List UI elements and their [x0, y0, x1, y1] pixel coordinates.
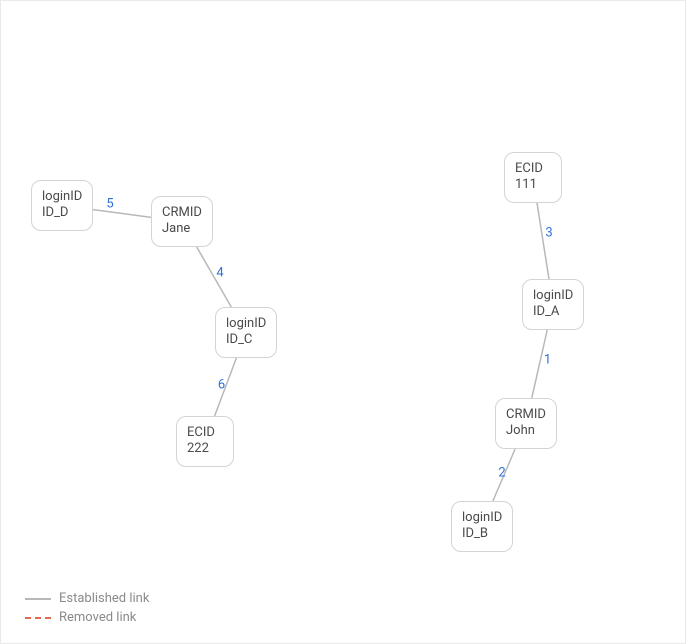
node-type-label: ECID: [515, 161, 551, 177]
node-id-label: 111: [515, 177, 551, 193]
edge-line: [93, 210, 151, 218]
node-ecid-111[interactable]: ECID 111: [504, 152, 562, 203]
legend-removed-label: Removed link: [59, 610, 136, 625]
node-ecid-222[interactable]: ECID 222: [176, 416, 234, 467]
node-type-label: loginID: [42, 189, 82, 205]
node-crmid-jane[interactable]: CRMID Jane: [151, 196, 213, 247]
edge-label: 2: [498, 466, 505, 481]
edge-line: [197, 247, 232, 307]
node-crmid-john[interactable]: CRMID John: [495, 398, 557, 449]
node-type-label: loginID: [462, 510, 502, 526]
node-type-label: CRMID: [506, 407, 546, 423]
node-loginid-c[interactable]: loginID ID_C: [215, 307, 277, 358]
node-id-label: 222: [187, 441, 223, 457]
edge-label: 4: [216, 266, 223, 281]
legend-removed-row: Removed link: [25, 610, 149, 625]
legend-removed-swatch: [25, 617, 51, 619]
node-id-label: ID_D: [42, 205, 82, 221]
edge-line: [537, 203, 549, 279]
edge-label: 1: [544, 353, 551, 368]
legend-established-label: Established link: [59, 591, 149, 606]
node-loginid-a[interactable]: loginID ID_A: [522, 279, 584, 330]
node-type-label: CRMID: [162, 205, 202, 221]
node-type-label: loginID: [533, 288, 573, 304]
edge-label: 6: [218, 378, 225, 393]
node-id-label: Jane: [162, 221, 202, 237]
legend-established-row: Established link: [25, 591, 149, 606]
node-type-label: ECID: [187, 425, 223, 441]
edge-line: [532, 330, 547, 398]
legend-established-swatch: [25, 598, 51, 600]
node-loginid-b[interactable]: loginID ID_B: [451, 501, 513, 552]
node-loginid-d[interactable]: loginID ID_D: [31, 180, 93, 231]
edge-line: [493, 449, 515, 501]
legend: Established link Removed link: [25, 587, 149, 625]
edge-label: 5: [106, 196, 113, 211]
edge-line: [215, 358, 237, 416]
node-id-label: ID_B: [462, 526, 502, 542]
node-id-label: ID_A: [533, 304, 573, 320]
graph-canvas: loginID ID_D CRMID Jane loginID ID_C ECI…: [0, 0, 686, 644]
node-id-label: ID_C: [226, 332, 266, 348]
node-type-label: loginID: [226, 316, 266, 332]
edge-label: 3: [545, 226, 552, 241]
node-id-label: John: [506, 423, 546, 439]
